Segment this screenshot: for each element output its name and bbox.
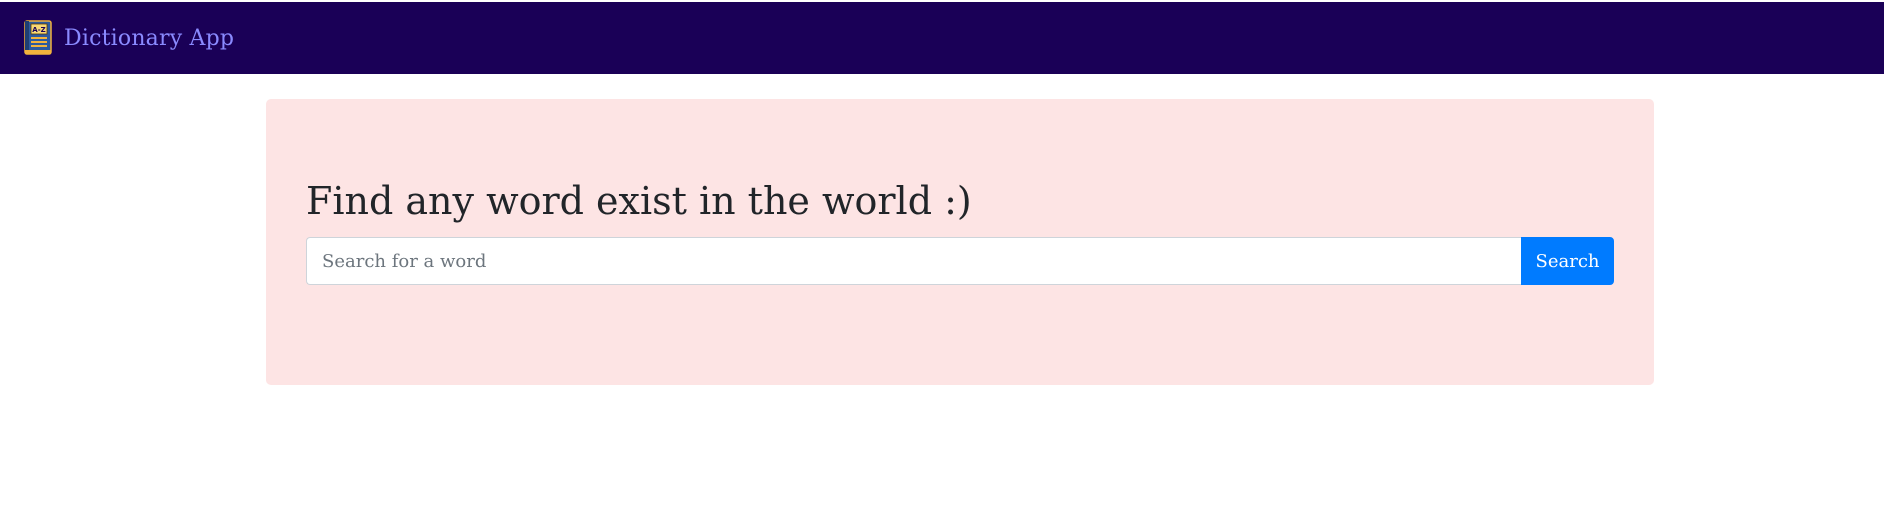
brand-title: Dictionary App: [64, 25, 235, 51]
brand-link[interactable]: A-Z Dictionary App: [22, 20, 234, 56]
top-navbar: A-Z Dictionary App: [0, 2, 1884, 74]
search-input[interactable]: [306, 237, 1521, 285]
dictionary-book-icon: A-Z: [22, 20, 54, 56]
page-title: Find any word exist in the world :): [306, 179, 972, 223]
svg-text:A-Z: A-Z: [32, 26, 45, 34]
search-button[interactable]: Search: [1521, 237, 1614, 285]
search-form: Search: [306, 237, 1614, 285]
search-hero-panel: Find any word exist in the world :) Sear…: [266, 99, 1654, 385]
